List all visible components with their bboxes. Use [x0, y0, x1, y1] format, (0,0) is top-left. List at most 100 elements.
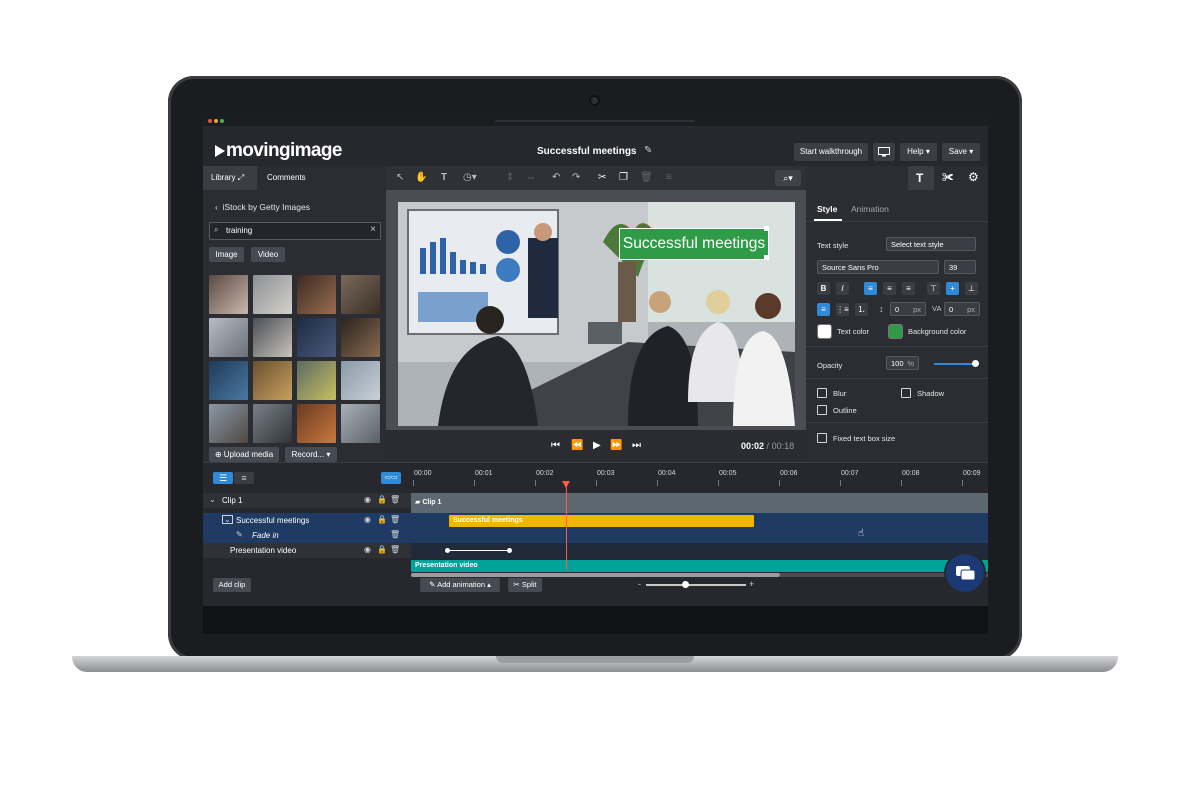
trash-icon[interactable]: 🗑: [390, 530, 400, 539]
redo-icon[interactable]: ↷: [572, 172, 580, 183]
zoom-dropdown[interactable]: ⌕▾: [775, 170, 801, 186]
media-thumb[interactable]: [253, 318, 292, 357]
gear-icon[interactable]: ⚙: [968, 170, 979, 184]
skip-end-icon[interactable]: ⏭: [632, 440, 641, 451]
valign-top-icon[interactable]: ⊤: [927, 282, 940, 295]
text-overlay[interactable]: Successful meetings: [619, 228, 769, 260]
zoom-slider-handle[interactable]: [682, 581, 689, 588]
zoom-slider[interactable]: [646, 581, 746, 588]
text-panel-tab[interactable]: T: [908, 166, 934, 190]
project-title[interactable]: Successful meetings: [537, 146, 636, 157]
opacity-slider-handle[interactable]: [972, 360, 979, 367]
align-center-icon[interactable]: ≡: [883, 282, 896, 295]
opacity-input[interactable]: 100%: [886, 356, 919, 370]
resize-handle[interactable]: [764, 226, 769, 231]
back-link[interactable]: ‹ iStock by Getty Images: [215, 202, 310, 212]
media-thumb[interactable]: [253, 404, 292, 443]
upload-media-button[interactable]: ⊕ Upload media: [209, 447, 279, 462]
rewind-icon[interactable]: ⏪: [571, 440, 583, 451]
font-select[interactable]: Source Sans Pro: [817, 260, 939, 274]
cut-icon[interactable]: ✂: [598, 172, 606, 183]
tools-icon[interactable]: ✀: [942, 170, 954, 185]
blur-checkbox[interactable]: [817, 388, 827, 398]
pointer-icon[interactable]: ↖: [396, 172, 404, 183]
text-color-swatch[interactable]: [817, 324, 832, 339]
numbered-list-icon[interactable]: ⒈: [855, 303, 868, 316]
media-thumb[interactable]: [341, 275, 380, 314]
media-thumb[interactable]: [341, 361, 380, 400]
search-input[interactable]: ⌕ training ×: [209, 222, 381, 240]
list-view-icon[interactable]: ☰: [213, 472, 233, 484]
align-left-icon[interactable]: ≡: [864, 282, 877, 295]
eye-icon[interactable]: ◉: [364, 495, 371, 504]
minimize-dot[interactable]: [214, 119, 218, 123]
media-thumb[interactable]: [297, 275, 336, 314]
line-spacing-input[interactable]: 0 px: [890, 302, 926, 316]
add-animation-button[interactable]: ✎ Add animation ▴: [420, 578, 500, 592]
media-thumb[interactable]: [209, 318, 248, 357]
filter-image[interactable]: Image: [209, 247, 244, 262]
zoom-out-label[interactable]: -: [638, 579, 641, 589]
font-size-input[interactable]: 39: [944, 260, 976, 274]
shadow-checkbox[interactable]: [901, 388, 911, 398]
skip-start-icon[interactable]: ⏮: [551, 440, 560, 451]
save-button[interactable]: Save ▾: [942, 143, 980, 161]
list-none-icon[interactable]: ≡: [817, 303, 830, 316]
keyframe-start[interactable]: [445, 548, 450, 553]
media-thumb[interactable]: [209, 361, 248, 400]
valign-middle-icon[interactable]: +: [946, 282, 959, 295]
split-button[interactable]: ✂ Split: [508, 578, 542, 592]
fit-timeline-icon[interactable]: ▭▭: [381, 472, 401, 484]
bold-icon[interactable]: B: [817, 282, 830, 295]
align-vertical-icon[interactable]: ⇕: [506, 172, 514, 183]
trash-icon[interactable]: 🗑: [390, 515, 400, 524]
chevron-down-icon[interactable]: ⌄: [209, 495, 216, 504]
copy-icon[interactable]: ❐: [619, 172, 628, 183]
playhead[interactable]: [566, 482, 567, 570]
undo-icon[interactable]: ↶: [552, 172, 560, 183]
tab-style[interactable]: Style: [817, 204, 837, 214]
media-thumb[interactable]: [297, 404, 336, 443]
trash-icon[interactable]: 🗑: [390, 495, 400, 504]
close-dot[interactable]: [208, 119, 212, 123]
zoom-in-label[interactable]: +: [749, 579, 754, 589]
layers-icon[interactable]: ≡: [666, 172, 672, 183]
video-track[interactable]: Presentation video: [411, 560, 988, 572]
layer-row-text[interactable]: ⌄ Successful meetings ◉ 🔒 🗑: [203, 513, 411, 528]
tab-comments[interactable]: Comments: [259, 166, 314, 190]
maximize-dot[interactable]: [220, 119, 224, 123]
letter-spacing-input[interactable]: 0 px: [944, 302, 980, 316]
resize-handle[interactable]: [764, 255, 769, 260]
media-thumb[interactable]: [253, 275, 292, 314]
hand-icon[interactable]: ✋: [415, 172, 427, 183]
keyframe-end[interactable]: [507, 548, 512, 553]
fixed-size-checkbox[interactable]: [817, 433, 827, 443]
start-walkthrough-button[interactable]: Start walkthrough: [794, 143, 868, 161]
valign-bottom-icon[interactable]: ⊥: [965, 282, 978, 295]
compact-view-icon[interactable]: ≡: [234, 472, 254, 484]
text-track[interactable]: Successful meetings: [449, 515, 754, 527]
timeline-scrollbar[interactable]: [411, 573, 780, 577]
align-horizontal-icon[interactable]: ⇔: [526, 172, 536, 183]
clear-icon[interactable]: ×: [370, 224, 376, 235]
video-frame[interactable]: Successful meetings: [398, 202, 795, 426]
chat-button[interactable]: [946, 554, 984, 592]
record-button[interactable]: Record... ▾: [285, 447, 337, 462]
background-color-swatch[interactable]: [888, 324, 903, 339]
play-icon[interactable]: ▶: [593, 440, 601, 451]
fast-forward-icon[interactable]: ⏩: [610, 440, 622, 451]
outline-checkbox[interactable]: [817, 405, 827, 415]
lock-icon[interactable]: 🔒: [377, 495, 387, 504]
filter-video[interactable]: Video: [251, 247, 285, 262]
edit-pencil-icon[interactable]: ✎: [644, 145, 652, 156]
media-thumb[interactable]: [297, 318, 336, 357]
layer-row-video[interactable]: Presentation video ◉ 🔒 🗑: [203, 543, 411, 558]
trash-icon[interactable]: 🗑: [390, 545, 400, 554]
chevron-down-icon[interactable]: ⌄: [222, 515, 233, 524]
shapes-icon[interactable]: ◷▾: [463, 172, 477, 183]
media-thumb[interactable]: [209, 275, 248, 314]
align-right-icon[interactable]: ≡: [902, 282, 915, 295]
media-thumb[interactable]: [209, 404, 248, 443]
text-style-select[interactable]: Select text style: [886, 237, 976, 251]
playhead-handle[interactable]: [562, 481, 570, 488]
